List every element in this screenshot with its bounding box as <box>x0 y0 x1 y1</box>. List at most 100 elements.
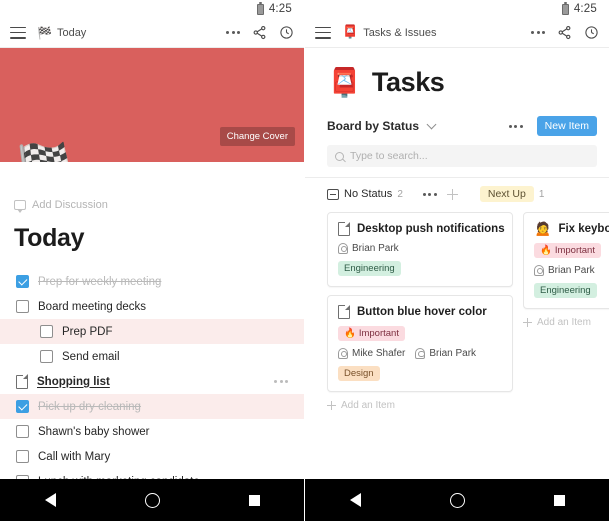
chevron-down-icon[interactable] <box>426 119 437 130</box>
board-more-options-icon[interactable] <box>508 124 523 128</box>
checkbox-checked[interactable] <box>16 400 29 413</box>
card-tag: Engineering <box>338 261 401 276</box>
home-circle-icon[interactable] <box>144 492 160 508</box>
task-row[interactable]: Send email <box>14 344 290 369</box>
back-triangle-icon[interactable] <box>349 493 361 507</box>
checkbox-unchecked[interactable] <box>40 325 53 338</box>
task-label: Shopping list <box>37 375 110 388</box>
board-view-label[interactable]: Board by Status <box>327 119 419 133</box>
share-icon[interactable] <box>557 25 572 40</box>
card-desktop-push-notifications[interactable]: Desktop push notifications Brian Park En… <box>327 212 513 287</box>
card-button-blue-hover-color[interactable]: Button blue hover color 🔥 Important Mike… <box>327 295 513 392</box>
tasks-header: 📮 Tasks <box>305 48 609 98</box>
status-bar-time: 4:25 <box>268 3 292 15</box>
mailbox-icon: 📮 <box>342 25 359 40</box>
avatar <box>534 265 544 276</box>
plus-icon <box>327 401 336 410</box>
task-row[interactable]: Lunch with marketing candidate <box>14 469 290 479</box>
more-options-icon[interactable] <box>226 31 240 34</box>
avatar <box>338 348 348 359</box>
clock-icon[interactable] <box>279 25 294 40</box>
more-options-icon[interactable] <box>531 31 545 34</box>
board-toolbar: Board by Status New Item <box>305 98 609 136</box>
hamburger-menu-icon[interactable] <box>10 26 26 39</box>
task-label: Prep for weekly meeting <box>38 275 162 288</box>
recents-square-icon[interactable] <box>553 494 565 506</box>
change-cover-button[interactable]: Change Cover <box>219 127 295 146</box>
board-column-next-up: 🙍 Fix keyboa 🔥 Important Brian Park <box>523 212 609 328</box>
board-column-no-status: Desktop push notifications Brian Park En… <box>327 212 513 411</box>
recents-square-icon[interactable] <box>248 494 260 506</box>
task-row[interactable]: Prep PDF <box>0 319 304 344</box>
back-triangle-icon[interactable] <box>44 493 56 507</box>
assignee: Brian Park <box>338 243 399 254</box>
new-item-button[interactable]: New Item <box>536 116 597 136</box>
priority-label: Important <box>554 245 595 256</box>
status-bar-time: 4:25 <box>573 3 597 15</box>
home-circle-icon[interactable] <box>449 492 465 508</box>
column-header-no-status[interactable]: No Status 2 <box>327 188 403 200</box>
task-row[interactable]: Call with Mary <box>14 444 290 469</box>
avatar <box>415 348 426 359</box>
card-tag: Design <box>338 366 380 381</box>
checkbox-unchecked[interactable] <box>16 475 29 479</box>
assignee: Brian Park <box>534 265 595 276</box>
checkbox-unchecked[interactable] <box>16 450 29 463</box>
left-page-body: Add Discussion Today Prep for weekly mee… <box>0 162 304 479</box>
task-more-options-icon[interactable] <box>274 380 288 383</box>
column-count: 2 <box>397 188 403 200</box>
status-bar-left: 4:25 <box>0 0 304 18</box>
add-item-label: Add an Item <box>341 400 395 411</box>
hamburger-menu-icon[interactable] <box>315 26 331 39</box>
checkbox-unchecked[interactable] <box>16 425 29 438</box>
task-label: Board meeting decks <box>38 300 147 313</box>
checkbox-unchecked[interactable] <box>40 350 53 363</box>
search-placeholder: Type to search... <box>350 150 428 162</box>
share-icon[interactable] <box>252 25 267 40</box>
task-row[interactable]: Prep for weekly meeting <box>14 269 290 294</box>
android-nav-bar-right <box>305 479 609 521</box>
clock-icon[interactable] <box>584 25 599 40</box>
card-title-row: 🙍 Fix keyboa <box>534 222 609 236</box>
add-discussion-label: Add Discussion <box>32 199 108 211</box>
card-title-row: Desktop push notifications <box>338 221 505 236</box>
app-bar-right: 📮 Tasks & Issues <box>305 18 609 48</box>
card-assignees: Mike Shafer Brian Park <box>338 348 502 359</box>
card-priority-tag: 🔥 Important <box>534 243 601 258</box>
checkbox-checked[interactable] <box>16 275 29 288</box>
right-phone-screen: 4:25 📮 Tasks & Issues 📮 Tasks Board by S… <box>304 0 609 521</box>
task-label: Lunch with marketing candidate <box>38 476 288 480</box>
task-row[interactable]: Shawn's baby shower <box>14 419 290 444</box>
document-icon <box>16 374 29 389</box>
fire-icon: 🔥 <box>344 327 356 339</box>
app-bar-title-left: Today <box>56 26 87 39</box>
task-row[interactable]: Board meeting decks <box>14 294 290 319</box>
card-title-row: Button blue hover color <box>338 304 502 319</box>
board-columns: Desktop push notifications Brian Park En… <box>305 202 609 411</box>
task-row[interactable]: Pick up dry cleaning <box>0 394 304 419</box>
search-icon <box>335 151 344 161</box>
task-list: Prep for weekly meeting Board meeting dec… <box>0 269 304 479</box>
assignee: Brian Park <box>415 348 476 359</box>
battery-icon <box>561 1 569 15</box>
assignee-name: Brian Park <box>548 265 595 276</box>
add-item-label: Add an Item <box>537 317 591 328</box>
left-phone-screen: 4:25 🏁 Today Change Cover 🏁 <box>0 0 304 521</box>
column-headers: No Status 2 Next Up 1 <box>305 178 609 202</box>
column-add-icon[interactable] <box>446 188 458 200</box>
avatar <box>338 243 348 254</box>
card-priority-tag: 🔥 Important <box>338 326 405 341</box>
checkered-flag-icon: 🏁 <box>37 25 52 40</box>
person-emoji-icon: 🙍 <box>534 221 552 237</box>
column-header-next-up[interactable]: Next Up 1 <box>479 186 544 202</box>
add-item-button-next-up[interactable]: Add an Item <box>523 317 609 328</box>
inbox-icon <box>327 188 339 200</box>
plus-icon <box>523 318 532 327</box>
add-item-button-no-status[interactable]: Add an Item <box>327 400 513 411</box>
task-row[interactable]: Shopping list <box>14 369 290 394</box>
checkbox-unchecked[interactable] <box>16 300 29 313</box>
search-field[interactable]: Type to search... <box>327 145 597 167</box>
card-fix-keyboard[interactable]: 🙍 Fix keyboa 🔥 Important Brian Park <box>523 212 609 309</box>
add-discussion-button[interactable]: Add Discussion <box>14 199 290 213</box>
column-more-options-icon[interactable] <box>422 192 437 196</box>
